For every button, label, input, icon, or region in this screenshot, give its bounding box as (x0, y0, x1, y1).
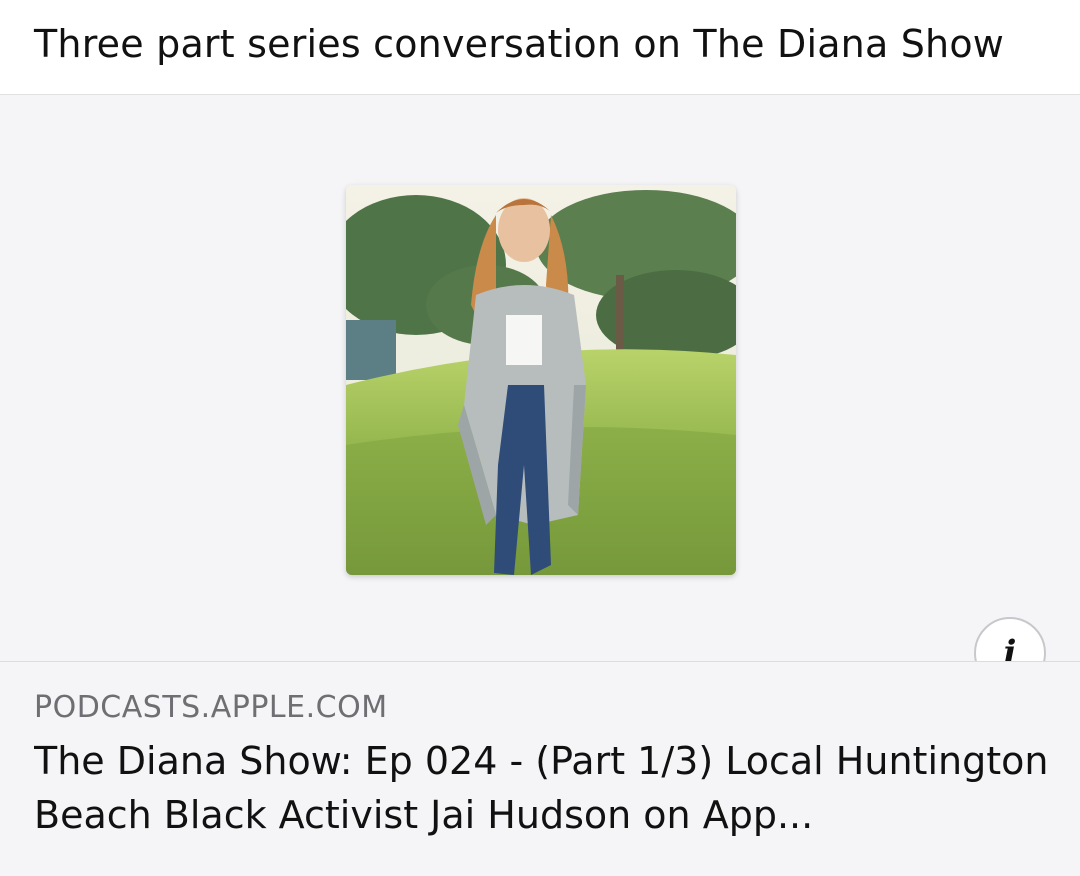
post-caption: Three part series conversation on The Di… (34, 22, 1005, 66)
post-container: Three part series conversation on The Di… (0, 0, 1080, 876)
link-preview-media[interactable]: i (0, 95, 1080, 689)
link-domain: PODCASTS.APPLE.COM (34, 690, 388, 725)
link-preview-card[interactable]: i PODCASTS.APPLE.COM The Diana Show: Ep … (0, 94, 1080, 876)
link-preview-meta[interactable]: PODCASTS.APPLE.COM The Diana Show: Ep 02… (0, 661, 1080, 876)
link-title[interactable]: The Diana Show: Ep 024 - (Part 1/3) Loca… (34, 734, 1054, 842)
podcast-artwork-image[interactable] (346, 185, 736, 575)
